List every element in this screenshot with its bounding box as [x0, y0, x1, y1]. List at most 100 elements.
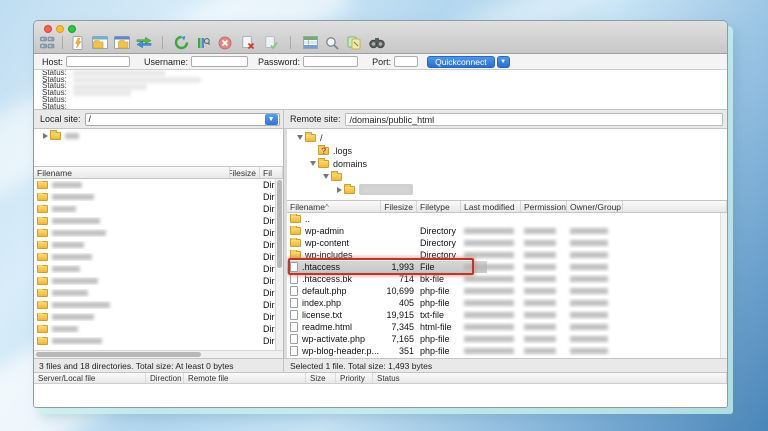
minimize-window-button[interactable] [56, 25, 64, 33]
folder-icon [331, 173, 342, 181]
tree-collapse-icon[interactable] [321, 174, 331, 179]
queue-column-remote-file[interactable]: Remote file [184, 373, 306, 383]
remote-file-row[interactable]: wp-blog-header.p...351php-file [287, 345, 727, 357]
local-file-row[interactable]: Dir [34, 251, 275, 263]
file-type-cell: php-file [417, 298, 461, 308]
column-header-filesize[interactable]: Filesize [381, 201, 417, 212]
remote-status-text: Selected 1 file. Total size: 1,493 bytes [284, 359, 727, 372]
column-header-filetype[interactable]: Filetype [417, 201, 461, 212]
blurred-text [52, 290, 88, 296]
local-file-row[interactable]: Dir [34, 227, 275, 239]
combo-dropdown-icon[interactable]: ▼ [265, 114, 278, 125]
local-file-row[interactable]: Dir [34, 179, 275, 191]
tree-item[interactable] [34, 129, 283, 142]
local-file-row[interactable]: Dir [34, 335, 275, 347]
search-icon[interactable] [324, 35, 340, 51]
column-header-last-modified[interactable]: Last modified [461, 201, 521, 212]
column-header-filename[interactable]: Filename [34, 167, 230, 178]
local-file-row[interactable]: Dir [34, 275, 275, 287]
quickconnect-button[interactable]: Quickconnect [427, 56, 495, 68]
last-modified-cell [461, 238, 521, 248]
tree-item[interactable] [287, 183, 727, 196]
find-files-icon[interactable] [369, 35, 385, 51]
local-file-row[interactable]: Dir [34, 191, 275, 203]
tree-collapse-icon[interactable] [308, 161, 318, 166]
remote-file-row[interactable]: .. [287, 213, 727, 225]
log-line: Status: [42, 97, 727, 104]
toggle-queue-icon[interactable] [136, 35, 152, 51]
column-header-fil[interactable]: Fil [260, 167, 283, 178]
remote-file-row[interactable]: wp-adminDirectory [287, 225, 727, 237]
column-header-owner-group[interactable]: Owner/Group [567, 201, 623, 212]
tree-collapse-icon[interactable] [295, 135, 305, 140]
filter-icon[interactable] [302, 35, 318, 51]
folder-icon [37, 229, 48, 237]
host-input[interactable] [66, 56, 130, 67]
local-file-row[interactable]: Dir [34, 311, 275, 323]
local-file-row[interactable]: Dir [34, 287, 275, 299]
tree-item[interactable]: ?.logs [287, 144, 727, 157]
file-type-cell: bk-file [417, 274, 461, 284]
local-file-row[interactable]: Dir [34, 215, 275, 227]
column-header-filename[interactable]: Filename ^ [287, 201, 381, 212]
remote-site-value[interactable]: /domains/public_html [345, 113, 723, 126]
local-file-row[interactable]: Dir [34, 263, 275, 275]
queue-column-status[interactable]: Status [373, 373, 727, 383]
local-file-row[interactable]: Dir [34, 299, 275, 311]
quickconnect-dropdown-button[interactable]: ▼ [497, 56, 510, 68]
remote-file-row[interactable]: wp-activate.php7,165php-file [287, 333, 727, 345]
reconnect-icon[interactable] [263, 35, 279, 51]
local-site-combo[interactable]: / ▼ [85, 113, 280, 126]
remote-file-row[interactable]: readme.html7,345html-file [287, 321, 727, 333]
refresh-icon[interactable] [173, 35, 189, 51]
process-queue-icon[interactable] [195, 35, 211, 51]
local-file-row[interactable]: Dir [34, 203, 275, 215]
cancel-icon[interactable] [217, 35, 233, 51]
scrollbar-thumb[interactable] [277, 180, 282, 268]
queue-column-server-local-file[interactable]: Server/Local file [34, 373, 146, 383]
column-header-permissions[interactable]: Permissions [521, 201, 567, 212]
queue-column-priority[interactable]: Priority [336, 373, 373, 383]
remote-file-row[interactable]: index.php405php-file [287, 297, 727, 309]
remote-file-row[interactable]: .htaccess.bk714bk-file [287, 273, 727, 285]
remote-file-row[interactable]: .htaccess1,993File [287, 261, 727, 273]
local-file-row[interactable]: Dir [34, 323, 275, 335]
zoom-window-button[interactable] [68, 25, 76, 33]
selected-tree-item[interactable] [359, 184, 413, 195]
username-input[interactable] [191, 56, 248, 67]
file-icon [290, 262, 298, 272]
site-manager-icon[interactable] [39, 35, 55, 51]
remote-file-row[interactable]: default.php10,699php-file [287, 285, 727, 297]
local-vertical-scrollbar[interactable] [275, 179, 283, 350]
close-window-button[interactable] [44, 25, 52, 33]
tree-item[interactable] [287, 170, 727, 183]
tree-item[interactable]: / [287, 131, 727, 144]
queue-column-size[interactable]: Size [306, 373, 336, 383]
remote-file-row[interactable]: license.txt19,915txt-file [287, 309, 727, 321]
queue-column-direction[interactable]: Direction [146, 373, 184, 383]
queue-header: Server/Local fileDirectionRemote fileSiz… [34, 373, 727, 384]
blurred-text [464, 276, 514, 282]
scrollbar-thumb[interactable] [36, 352, 201, 357]
folder-icon [37, 193, 48, 201]
remote-file-row[interactable]: wp-includesDirectory [287, 249, 727, 261]
file-name-cell: license.txt [287, 310, 381, 320]
file-type-cell: Dir [260, 228, 275, 238]
folder-icon [37, 217, 48, 225]
compare-icon[interactable] [346, 35, 362, 51]
toggle-remote-tree-icon[interactable] [114, 35, 130, 51]
column-header-filesize[interactable]: Filesize [230, 167, 260, 178]
port-input[interactable] [394, 56, 418, 67]
remote-panel: /?.logsdomains Filename ^FilesizeFiletyp… [287, 129, 727, 358]
local-horizontal-scrollbar[interactable] [34, 350, 283, 358]
password-input[interactable] [303, 56, 358, 67]
tree-expand-icon[interactable] [40, 133, 50, 139]
local-file-row[interactable]: Dir [34, 239, 275, 251]
disconnect-icon[interactable] [240, 35, 256, 51]
tree-expand-icon[interactable] [334, 187, 344, 193]
toggle-local-tree-icon[interactable] [92, 35, 108, 51]
tree-item[interactable]: domains [287, 157, 727, 170]
remote-file-row[interactable]: wp-contentDirectory [287, 237, 727, 249]
toggle-log-icon[interactable] [70, 35, 86, 51]
remote-vertical-scrollbar[interactable] [720, 213, 727, 358]
